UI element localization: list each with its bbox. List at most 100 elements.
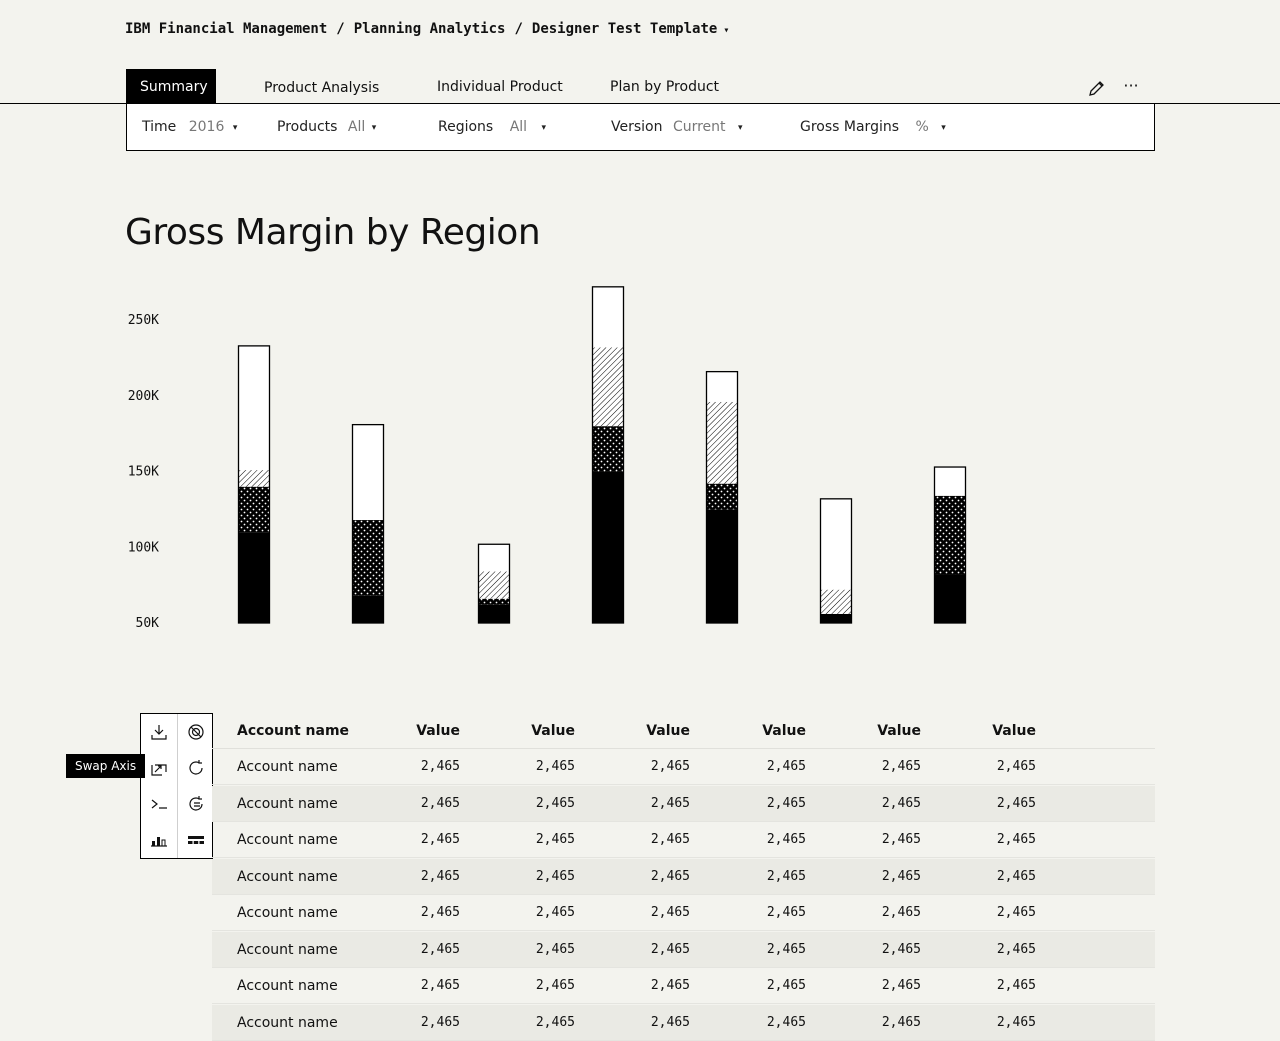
bar-5[interactable] [705, 370, 739, 624]
table-row[interactable]: Account name 2,465 2,465 2,465 2,465 2,465 2,4… [212, 749, 1155, 785]
table-cell-value: 2,465 [650, 978, 690, 993]
column-header-value[interactable]: Value [610, 713, 690, 749]
table-cell-account-name: Account name [237, 905, 338, 921]
table-cell-value: 2,465 [535, 795, 575, 811]
table-row[interactable]: Account name 2,465 2,465 2,465 2,465 2,465 2,4… [212, 968, 1155, 1004]
table-view-icon[interactable] [178, 822, 214, 858]
table-cell-value: 2,465 [996, 868, 1036, 884]
filter-value: All [347, 119, 366, 135]
breadcrumb-item-designer-test-template[interactable]: Designer Test Template [532, 21, 717, 37]
terminal-icon[interactable] [141, 786, 177, 822]
chevron-down-icon: ▾ [371, 123, 377, 133]
table-cell-value: 2,465 [650, 1014, 690, 1030]
table-cell-value: 2,465 [766, 978, 806, 993]
table-cell-value: 2,465 [996, 795, 1036, 811]
bar-3[interactable] [477, 543, 511, 624]
table-row[interactable]: Account name 2,465 2,465 2,465 2,465 2,465 2,4… [212, 1004, 1155, 1041]
filter-label: Version [611, 119, 663, 135]
chevron-down-icon: ▾ [541, 123, 547, 133]
download-icon[interactable] [141, 714, 177, 750]
tab-summary[interactable]: Summary [126, 69, 216, 104]
column-header-value[interactable]: Value [726, 713, 806, 749]
chart-view-icon[interactable] [141, 822, 177, 858]
table-cell-value: 2,465 [650, 832, 690, 847]
bar-segment-dotted [352, 520, 384, 596]
refresh-icon[interactable] [178, 750, 214, 786]
table-cell-value: 2,465 [420, 832, 460, 847]
column-header-value[interactable]: Value [956, 713, 1036, 749]
table-row[interactable]: Account name 2,465 2,465 2,465 2,465 2,465 2,4… [212, 895, 1155, 931]
filter-value: Current [672, 119, 726, 135]
bar-segment-solid [238, 532, 270, 623]
redo-icon[interactable] [178, 786, 214, 822]
chevron-down-icon[interactable]: ▾ [723, 25, 729, 36]
table-cell-value: 2,465 [766, 868, 806, 884]
tab-product-analysis[interactable]: Product Analysis [264, 70, 379, 105]
bar-segment-solid [706, 509, 738, 623]
breadcrumb-item-ibm-financial-management[interactable]: IBM Financial Management [125, 21, 327, 37]
swap-axis-icon[interactable] [141, 750, 177, 786]
pencil-icon[interactable] [1087, 78, 1107, 98]
filter-gross-margins[interactable]: Gross Margins % ▾ [800, 104, 946, 150]
tab-individual-product[interactable]: Individual Product [437, 69, 563, 104]
table-cell-value: 2,465 [420, 1014, 460, 1030]
filter-value: % [915, 119, 929, 135]
table-row[interactable]: Account name 2,465 2,465 2,465 2,465 2,465 2,4… [212, 858, 1155, 895]
filter-label: Gross Margins [800, 119, 900, 135]
bar-segment-empty [934, 467, 966, 496]
table-cell-value: 2,465 [996, 832, 1036, 847]
tooltip-arrow [139, 761, 145, 771]
table-cell-value: 2,465 [650, 941, 690, 957]
breadcrumb-separator: / [514, 21, 523, 37]
breadcrumb-item-planning-analytics[interactable]: Planning Analytics [354, 21, 506, 37]
filter-regions[interactable]: Regions All ▾ [438, 104, 546, 150]
bar-segment-dotted [478, 598, 510, 605]
table-cell-value: 2,465 [996, 978, 1036, 993]
bar-1[interactable] [237, 345, 271, 624]
table-cell-value: 2,465 [996, 905, 1036, 920]
disable-icon[interactable] [178, 714, 214, 750]
bar-6[interactable] [819, 498, 853, 624]
bar-4[interactable] [591, 286, 625, 624]
table-cell-value: 2,465 [766, 832, 806, 847]
tooltip: Swap Axis [66, 754, 146, 778]
filter-bar: Time 2016 ▾ Products All ▾ Regions All ▾… [126, 104, 1155, 151]
table-cell-account-name: Account name [237, 978, 338, 994]
tab-plan-by-product[interactable]: Plan by Product [610, 69, 719, 104]
table-cell-value: 2,465 [650, 905, 690, 920]
table-cell-value: 2,465 [535, 905, 575, 920]
column-header-value[interactable]: Value [380, 713, 460, 749]
bar-segment-hatched [706, 401, 738, 484]
overflow-menu-icon[interactable]: ··· [1120, 76, 1142, 96]
table-cell-value: 2,465 [881, 978, 921, 993]
bar-segment-dotted [592, 426, 624, 472]
table-cell-value: 2,465 [535, 832, 575, 847]
table-cell-value: 2,465 [420, 868, 460, 884]
table-cell-account-name: Account name [237, 759, 338, 775]
bar-7[interactable] [933, 466, 967, 624]
table-cell-value: 2,465 [881, 868, 921, 884]
table-row[interactable]: Account name 2,465 2,465 2,465 2,465 2,465 2,4… [212, 785, 1155, 822]
bar-segment-empty [706, 371, 738, 402]
table-cell-value: 2,465 [535, 978, 575, 993]
bar-segment-solid [820, 613, 852, 623]
filter-version[interactable]: Version Current ▾ [611, 104, 743, 150]
table-cell-value: 2,465 [420, 905, 460, 920]
column-header-value[interactable]: Value [495, 713, 575, 749]
filter-value: All [509, 119, 528, 135]
table-cell-value: 2,465 [881, 1014, 921, 1030]
chevron-down-icon: ▾ [941, 123, 946, 133]
bar-segment-dotted [934, 495, 966, 575]
table-cell-value: 2,465 [881, 832, 921, 847]
bar-segment-empty [592, 286, 624, 348]
filter-time[interactable]: Time 2016 ▾ [142, 104, 237, 150]
table-cell-value: 2,465 [996, 759, 1036, 774]
table-row[interactable]: Account name 2,465 2,465 2,465 2,465 2,465 2,4… [212, 931, 1155, 968]
filter-products[interactable]: Products All ▾ [277, 104, 376, 150]
table-row[interactable]: Account name 2,465 2,465 2,465 2,465 2,465 2,4… [212, 822, 1155, 858]
breadcrumb: IBM Financial Management / Planning Analyt… [125, 19, 729, 39]
bar-2[interactable] [351, 423, 385, 624]
table-cell-value: 2,465 [766, 795, 806, 811]
column-header-account-name[interactable]: Account name [237, 713, 349, 749]
column-header-value[interactable]: Value [841, 713, 921, 749]
